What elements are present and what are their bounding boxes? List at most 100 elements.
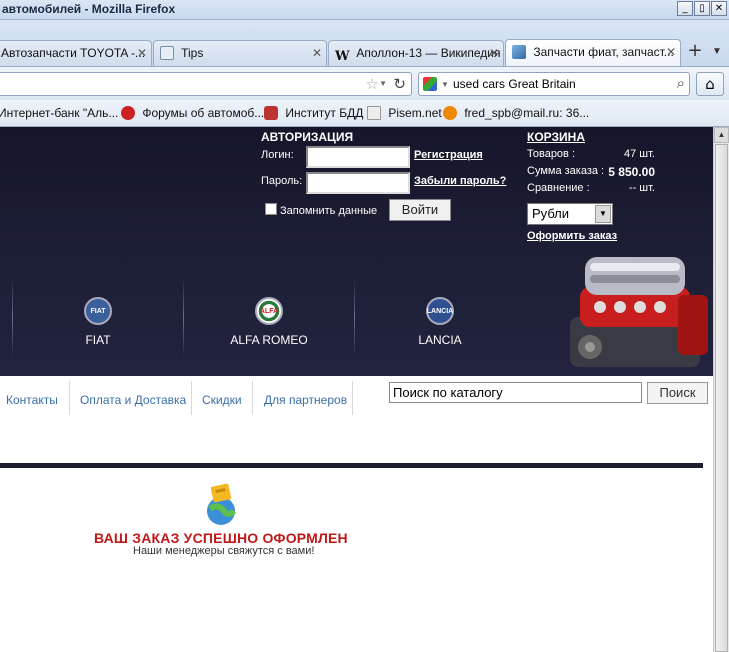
cart-compare-row: Сравнение : -- шт. (527, 182, 655, 194)
minimize-button[interactable]: _ (677, 1, 693, 16)
web-search-box[interactable]: ▼ used cars Great Britain ⌕ (418, 72, 690, 96)
tab-label: Запчасти фиат, запчаст... (533, 45, 674, 59)
bookmark-label: Институт БДД (285, 106, 364, 120)
star-icon[interactable]: ☆ (366, 75, 379, 93)
brand-label: LANCIA (418, 333, 462, 347)
search-engine-icon[interactable] (423, 77, 437, 91)
url-bar[interactable]: ☆ ▼ ↻ (0, 72, 412, 96)
brand-lancia[interactable]: LANCIA LANCIA (390, 297, 490, 347)
menu-item-payment-delivery[interactable]: Оплата и Доставка (80, 381, 186, 415)
tab-fiat-parts[interactable]: Запчасти фиат, запчаст... ✕ (505, 39, 681, 67)
menu-item-contacts[interactable]: Контакты (6, 381, 58, 415)
brand-divider (354, 277, 355, 359)
close-icon[interactable]: ✕ (312, 41, 322, 65)
cart-row-value: 5 850.00 (608, 165, 655, 179)
brand-alfa-romeo[interactable]: ALFA ALFA ROMEO (219, 297, 319, 347)
mail-icon (367, 106, 381, 120)
currency-value: Рубли (532, 206, 570, 221)
web-search-input[interactable]: used cars Great Britain (453, 77, 576, 91)
remember-label: Запомнить данные (280, 205, 378, 217)
scroll-up-icon[interactable]: ▲ (714, 127, 729, 143)
search-icon[interactable]: ⌕ (677, 74, 685, 92)
menu-divider (191, 381, 192, 415)
site-header-banner: АВТОРИЗАЦИЯ Логин: Регистрация Пароль: З… (0, 127, 713, 376)
order-success-icon (207, 483, 237, 525)
tab-label: Аполлон-13 — Википедия (356, 46, 501, 60)
bookmark-item[interactable]: Форумы об автомоб... (121, 106, 264, 120)
login-input[interactable] (306, 146, 410, 168)
tab-label: Автозапчасти TOYOTA -... (1, 46, 146, 60)
bookmark-label: fred_spb@mail.ru: 36... (464, 106, 590, 120)
new-tab-button[interactable]: + (684, 41, 706, 63)
catalog-search-button[interactable]: Поиск (647, 382, 708, 404)
cart-row-value: -- шт. (628, 182, 655, 194)
lancia-logo-icon: LANCIA (426, 297, 454, 325)
forum-icon (121, 106, 135, 120)
forgot-password-link[interactable]: Забыли пароль? (414, 175, 506, 187)
brand-fiat[interactable]: FIAT FIAT (48, 297, 148, 347)
brand-divider (183, 277, 184, 359)
register-link[interactable]: Регистрация (414, 149, 483, 161)
tab-tips[interactable]: Tips ✕ (153, 40, 327, 66)
fiat-logo-icon: FIAT (84, 297, 112, 325)
wikipedia-icon: W (335, 49, 350, 64)
brand-divider (12, 277, 13, 359)
cart-title[interactable]: КОРЗИНА (527, 130, 585, 144)
remember-checkbox[interactable] (265, 203, 277, 215)
menu-item-discounts[interactable]: Скидки (202, 381, 242, 415)
bookmark-item[interactable]: Pisem.net (367, 106, 442, 120)
scrollbar-thumb[interactable] (715, 144, 728, 652)
chevron-down-icon[interactable]: ▼ (441, 80, 449, 89)
engine-image (570, 257, 708, 367)
menu-divider (252, 381, 253, 415)
close-icon[interactable]: ✕ (666, 40, 676, 64)
brand-label: FIAT (85, 333, 111, 347)
cart-row-label: Сумма заказа : (527, 165, 605, 177)
tab-wikipedia[interactable]: W Аполлон-13 — Википедия ✕ (328, 40, 504, 66)
bookmark-item[interactable]: Интернет-банк "Аль... (0, 106, 118, 120)
login-button[interactable]: Войти (389, 199, 451, 221)
at-sign-icon (443, 106, 457, 120)
bookmark-label: Pisem.net (388, 106, 442, 120)
checkout-link[interactable]: Оформить заказ (527, 230, 617, 242)
password-input[interactable] (306, 172, 410, 194)
navigation-bar: ☆ ▼ ↻ ▼ used cars Great Britain ⌕ ⌂ (0, 66, 729, 100)
password-label: Пароль: (261, 175, 303, 187)
bookmark-label: Интернет-банк "Аль... (0, 106, 119, 120)
auth-title: АВТОРИЗАЦИЯ (261, 130, 354, 144)
order-success-subtitle: Наши менеджеры свяжутся с вами! (133, 545, 315, 557)
menu-divider (69, 381, 70, 415)
login-label: Логин: (261, 149, 294, 161)
menu-item-partners[interactable]: Для партнеров (264, 381, 347, 415)
bookmark-item[interactable]: fred_spb@mail.ru: 36... (443, 106, 589, 120)
bookmark-item[interactable]: Институт БДД (264, 106, 363, 120)
menu-divider (352, 381, 353, 415)
bookmark-label: Форумы об автомоб... (142, 106, 265, 120)
brand-label: ALFA ROMEO (230, 333, 308, 347)
chevron-down-icon[interactable]: ▼ (379, 79, 387, 88)
window-titlebar: автомобилей - Mozilla Firefox _ ▯ ✕ (0, 0, 729, 20)
close-icon[interactable]: ✕ (489, 41, 499, 65)
tab-toyota[interactable]: Автозапчасти TOYOTA -... ✕ (0, 40, 152, 66)
close-icon[interactable]: ✕ (137, 41, 147, 65)
page-icon (160, 46, 174, 60)
chevron-down-icon[interactable]: ▼ (595, 205, 611, 223)
alfa-romeo-logo-icon: ALFA (255, 297, 283, 325)
order-success-title: ВАШ ЗАКАЗ УСПЕШНО ОФОРМЛЕН (94, 530, 348, 546)
chevron-down-icon[interactable]: ▼ (712, 46, 722, 57)
reload-icon[interactable]: ↻ (393, 75, 406, 93)
cart-row-value: 47 шт. (624, 148, 655, 160)
cube-icon (512, 45, 526, 59)
home-icon[interactable]: ⌂ (696, 72, 724, 96)
maximize-button[interactable]: ▯ (694, 1, 710, 16)
tab-label: Tips (181, 46, 204, 60)
currency-select[interactable]: Рубли ▼ (527, 203, 613, 225)
bookmarks-toolbar: Интернет-банк "Аль... Форумы об автомоб.… (0, 100, 729, 127)
page-scrollbar[interactable]: ▲ (713, 127, 729, 652)
catalog-search-input[interactable]: Поиск по каталогу (389, 382, 642, 403)
cart-row-label: Сравнение : (527, 182, 590, 194)
close-window-button[interactable]: ✕ (711, 1, 727, 16)
tab-strip: Автозапчасти TOYOTA -... ✕ Tips ✕ W Апол… (0, 20, 729, 67)
cart-row-label: Товаров : (527, 148, 576, 160)
cart-items-row: Товаров : 47 шт. (527, 148, 655, 160)
